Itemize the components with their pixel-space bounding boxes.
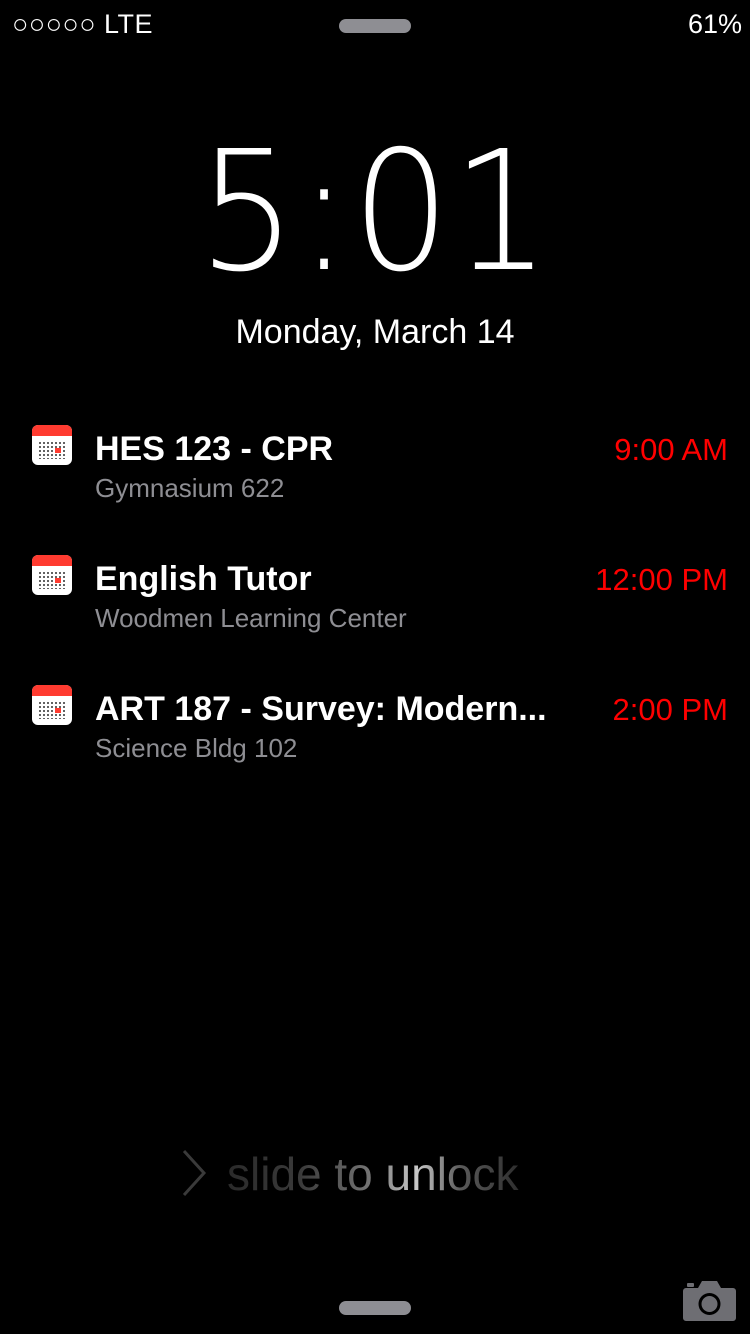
calendar-icon bbox=[32, 685, 72, 725]
today-events-list: HES 123 - CPR Gymnasium 622 9:00 AM Engl… bbox=[0, 420, 750, 810]
event-location: Science Bldg 102 bbox=[95, 733, 298, 763]
battery-percentage: 61% bbox=[687, 9, 742, 39]
control-center-grabber[interactable] bbox=[339, 1301, 411, 1315]
event-title: HES 123 - CPR bbox=[95, 430, 334, 468]
event-time: 2:00 PM bbox=[612, 692, 728, 727]
chevron-right-icon bbox=[182, 1149, 207, 1197]
event-item[interactable]: ART 187 - Survey: Modern... Science Bldg… bbox=[0, 680, 750, 810]
event-title: ART 187 - Survey: Modern... bbox=[95, 690, 547, 728]
event-location: Woodmen Learning Center bbox=[95, 603, 407, 633]
calendar-icon bbox=[32, 555, 72, 595]
lock-screen-date: Monday, March 14 bbox=[235, 313, 515, 351]
event-location: Gymnasium 622 bbox=[95, 473, 285, 503]
calendar-icon bbox=[32, 425, 72, 465]
signal-strength-indicator: ○○○○○ LTE bbox=[12, 9, 154, 39]
notification-center-grabber[interactable] bbox=[339, 19, 411, 33]
lock-screen-time: 5:01 bbox=[197, 116, 553, 309]
slide-to-unlock[interactable]: slide to unlock bbox=[180, 1145, 560, 1205]
event-item[interactable]: English Tutor Woodmen Learning Center 12… bbox=[0, 550, 750, 680]
event-item[interactable]: HES 123 - CPR Gymnasium 622 9:00 AM bbox=[0, 420, 750, 550]
event-time: 9:00 AM bbox=[614, 432, 728, 467]
status-bar: ○○○○○ LTE 61% bbox=[0, 0, 750, 50]
event-title: English Tutor bbox=[95, 560, 312, 598]
event-time: 12:00 PM bbox=[595, 562, 728, 597]
camera-icon[interactable] bbox=[682, 1276, 737, 1322]
slide-to-unlock-label: slide to unlock bbox=[227, 1148, 519, 1200]
